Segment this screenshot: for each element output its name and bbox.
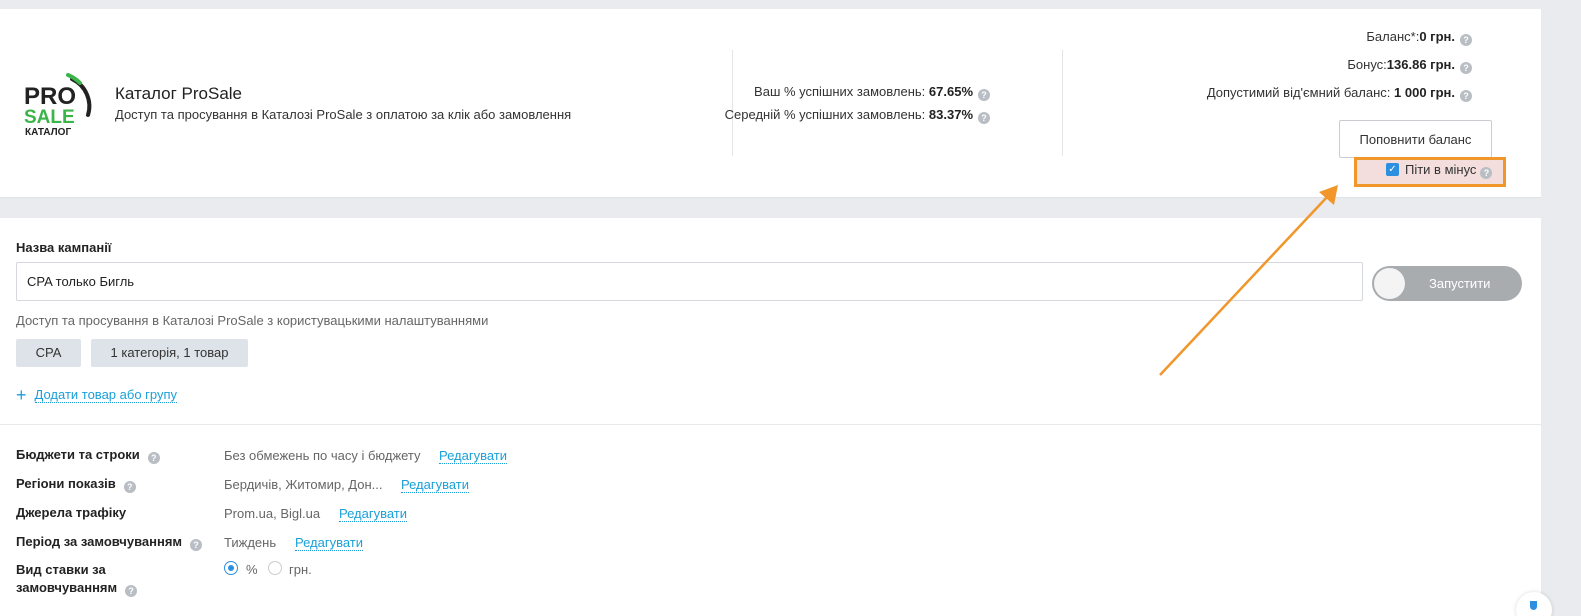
scroll-to-top-button[interactable] [1516, 592, 1552, 616]
your-success-value: 67.65% [928, 84, 973, 99]
rate-option-percent[interactable]: % [246, 562, 258, 577]
avg-success-value: 83.37% [928, 107, 973, 122]
question-icon[interactable]: ? [1480, 167, 1493, 179]
period-value: Тиждень [224, 535, 277, 550]
catalog-header-card: PRO SALE КАТАЛОГ Каталог ProSale Доступ … [0, 9, 1541, 198]
period-label: Період за замовчуванням? [16, 534, 203, 551]
question-icon[interactable]: ? [125, 585, 138, 597]
question-icon[interactable]: ? [190, 539, 203, 551]
rate-label-line2: замовчуванням? [16, 580, 138, 597]
negative-balance-row: Допустимий від'ємний баланс: 1 000 грн.? [1207, 85, 1472, 102]
checkmark-icon: ✓ [1388, 164, 1397, 175]
question-icon[interactable]: ? [978, 112, 990, 124]
divider [732, 50, 733, 156]
chip-cpa[interactable]: CPA [16, 339, 81, 367]
question-icon[interactable]: ? [1460, 34, 1472, 46]
add-product-link[interactable]: + Додати товар або групу [16, 385, 178, 405]
bonus-label: Бонус: [1347, 57, 1387, 72]
balance-row: Баланс*:0 грн.? [1366, 29, 1472, 46]
traffic-value: Prom.ua, Bigl.ua [224, 506, 321, 521]
regions-value: Бердичів, Житомир, Дон... [224, 477, 383, 492]
topup-balance-button[interactable]: Поповнити баланс [1339, 120, 1492, 158]
section-divider [0, 424, 1541, 425]
question-icon[interactable]: ? [147, 452, 160, 464]
toggle-knob [1374, 268, 1405, 299]
campaign-name-input[interactable] [16, 262, 1363, 301]
prosale-logo: PRO SALE КАТАЛОГ [24, 73, 92, 138]
budget-edit-link[interactable]: Редагувати [439, 448, 508, 464]
budget-label: Бюджети та строки? [16, 447, 160, 464]
campaign-name-label: Назва кампанії [16, 240, 112, 255]
rate-option-uah[interactable]: грн. [289, 562, 312, 577]
go-negative-label[interactable]: Піти в мінус? [1405, 162, 1493, 179]
regions-edit-link[interactable]: Редагувати [401, 477, 470, 493]
question-icon[interactable]: ? [978, 89, 990, 101]
bonus-value: 136.86 грн. [1386, 57, 1455, 72]
question-icon[interactable]: ? [1460, 90, 1472, 102]
question-icon[interactable]: ? [123, 481, 136, 493]
chip-category[interactable]: 1 категорія, 1 товар [91, 339, 248, 367]
traffic-label: Джерела трафіку [16, 505, 127, 520]
go-negative-checkbox[interactable]: ✓ [1386, 163, 1399, 176]
add-product-text[interactable]: Додати товар або групу [34, 387, 178, 403]
rate-radio-percent[interactable] [224, 561, 238, 575]
traffic-edit-link[interactable]: Редагувати [339, 506, 408, 522]
campaign-description: Доступ та просування в Каталозі ProSale … [16, 313, 489, 328]
avg-success-rate: Середній % успішних замовлень: 83.37%? [725, 107, 990, 124]
budget-value: Без обмежень по часу і бюджету [224, 448, 421, 463]
period-edit-link[interactable]: Редагувати [295, 535, 364, 551]
logo-text-sale: SALE [24, 107, 75, 128]
negative-balance-value: 1 000 грн. [1394, 85, 1455, 100]
logo-text-pro: PRO [24, 83, 76, 110]
your-success-label: Ваш % успішних замовлень: [754, 84, 926, 99]
rate-radio-uah[interactable] [268, 561, 282, 575]
plus-icon: + [16, 385, 27, 405]
avg-success-label: Середній % успішних замовлень: [724, 107, 926, 122]
go-negative-highlight: ✓ Піти в мінус? [1354, 157, 1506, 187]
launch-toggle-label: Запустити [1429, 276, 1491, 291]
your-success-rate: Ваш % успішних замовлень: 67.65%? [754, 84, 990, 101]
negative-balance-label: Допустимий від'ємний баланс: [1206, 85, 1391, 100]
regions-label: Регіони показів? [16, 476, 136, 493]
launch-toggle[interactable]: Запустити [1372, 266, 1522, 301]
scroll-icon [1530, 601, 1537, 610]
balance-label: Баланс*: [1366, 29, 1420, 44]
divider [1062, 50, 1063, 156]
logo-text-catalog: КАТАЛОГ [25, 127, 71, 138]
campaign-card: Назва кампанії Запустити Доступ та просу… [0, 218, 1541, 616]
bonus-row: Бонус:136.86 грн.? [1347, 57, 1472, 74]
question-icon[interactable]: ? [1460, 62, 1472, 74]
balance-value: 0 грн. [1419, 29, 1455, 44]
rate-label-line1: Вид ставки за [16, 562, 106, 577]
catalog-description: Доступ та просування в Каталозі ProSale … [115, 107, 572, 122]
catalog-title: Каталог ProSale [115, 84, 243, 103]
